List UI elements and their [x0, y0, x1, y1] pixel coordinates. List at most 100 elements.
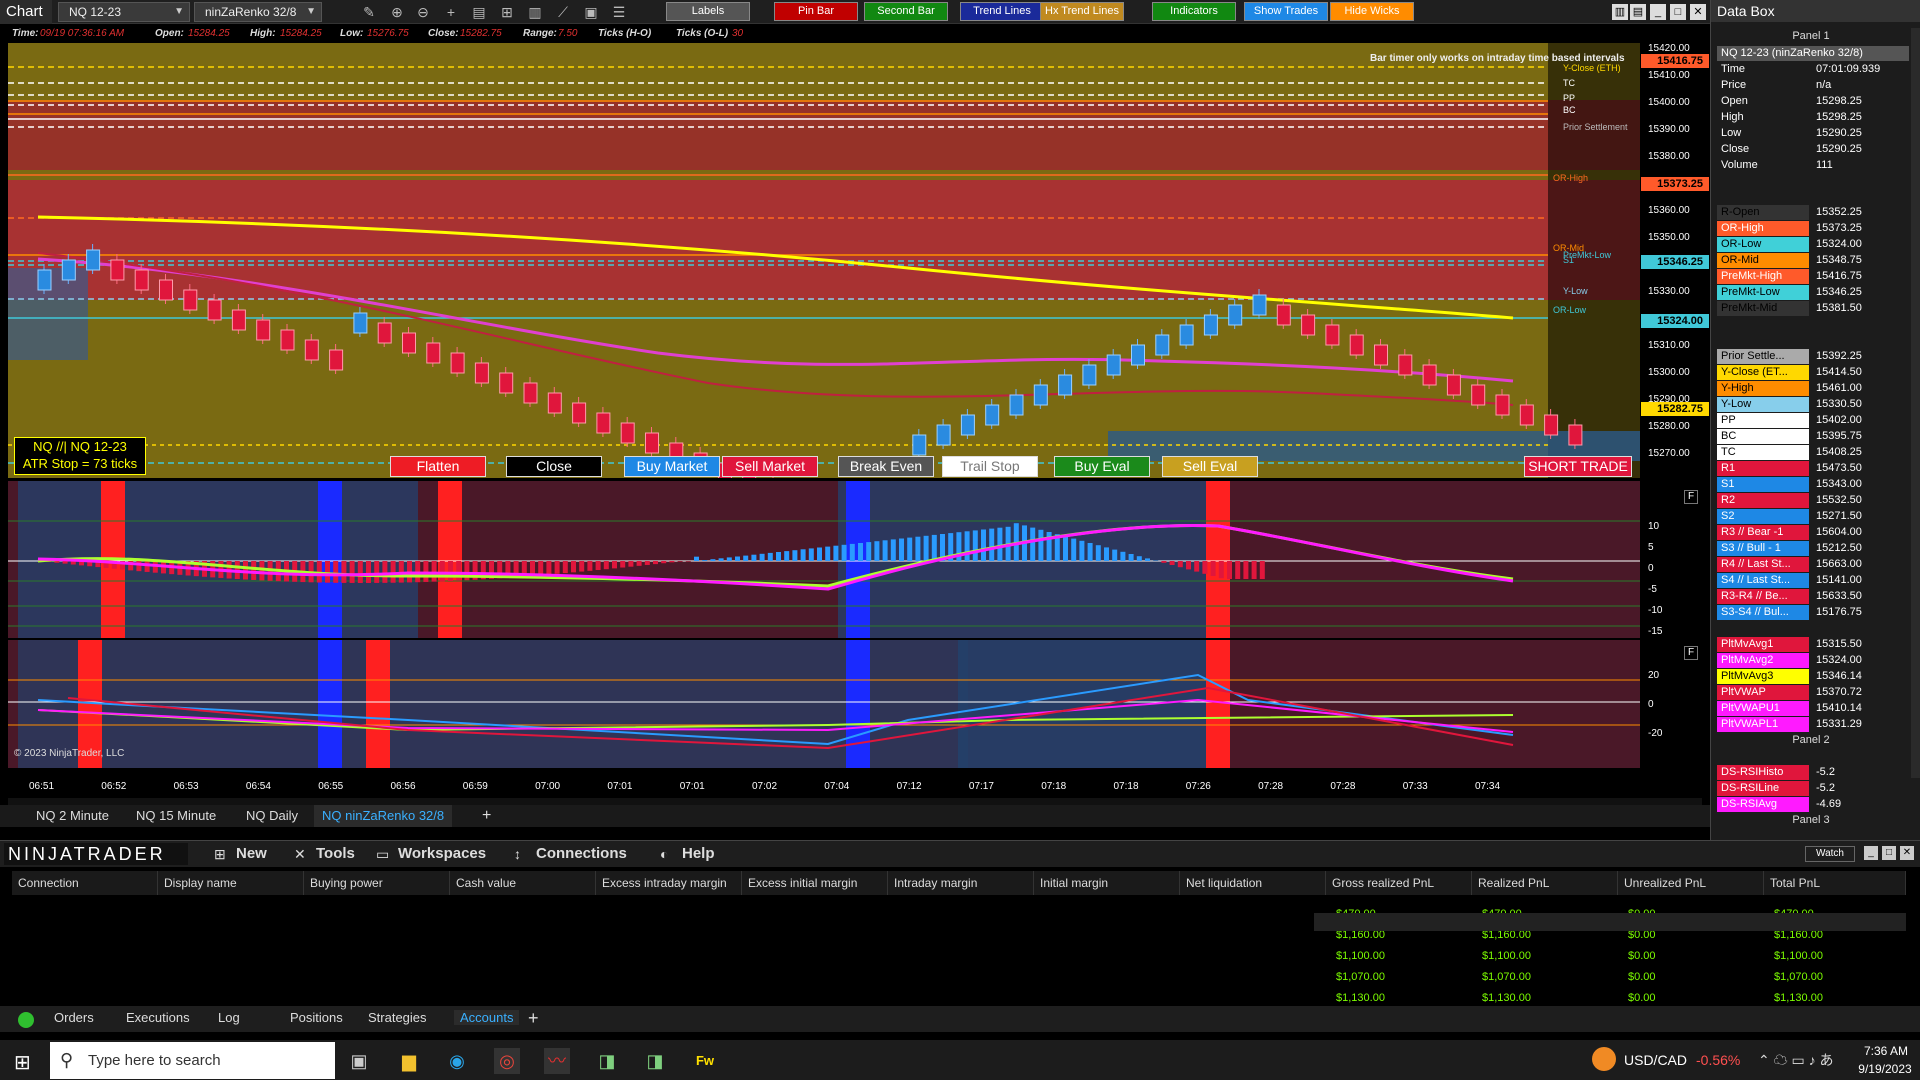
- list-icon[interactable]: ☰: [610, 3, 628, 21]
- renko-candle: [377, 322, 392, 344]
- column-header[interactable]: Excess intraday margin: [596, 871, 742, 895]
- system-tray-icons[interactable]: ⌃ ☁ ▭ ♪ あ: [1758, 1050, 1834, 1070]
- panel2-flag[interactable]: F: [1684, 490, 1698, 504]
- menu-help[interactable]: Help: [682, 845, 715, 862]
- edge-icon[interactable]: ◉: [444, 1048, 470, 1074]
- cascade-icon[interactable]: ▤: [1630, 4, 1646, 20]
- taskbar-search[interactable]: ⚲ Type here to search: [50, 1042, 335, 1079]
- clock-date[interactable]: 9/19/2023: [1854, 1062, 1916, 1076]
- trade-button-7[interactable]: Sell Eval: [1162, 456, 1258, 477]
- histogram-bar: [767, 552, 773, 561]
- toolbar-button-1[interactable]: Pin Bar: [774, 2, 858, 21]
- trade-button-2[interactable]: Buy Market: [624, 456, 720, 477]
- menu-connections[interactable]: Connections: [536, 845, 627, 862]
- trade-button-3[interactable]: Sell Market: [722, 456, 818, 477]
- chart-tab-2[interactable]: NQ Daily: [238, 805, 306, 827]
- tools-icon[interactable]: ✕: [294, 846, 306, 863]
- column-header[interactable]: Net liquidation: [1180, 871, 1326, 895]
- menu-tools[interactable]: Tools: [316, 845, 355, 862]
- windows-start-icon[interactable]: ⊞: [14, 1050, 31, 1075]
- chart-tab-3[interactable]: NQ ninZaRenko 32/8: [314, 805, 453, 827]
- column-header[interactable]: Excess initial margin: [742, 871, 888, 895]
- column-header[interactable]: Realized PnL: [1472, 871, 1618, 895]
- toolbar-button-6[interactable]: Show Trades: [1244, 2, 1328, 21]
- maximize-icon[interactable]: □: [1670, 4, 1686, 20]
- tab-positions[interactable]: Positions: [290, 1010, 343, 1025]
- panel3-flag[interactable]: F: [1684, 646, 1698, 660]
- tab-orders[interactable]: Orders: [54, 1010, 94, 1025]
- maximize-icon[interactable]: □: [1882, 846, 1896, 860]
- tile-icon[interactable]: ▥: [1612, 4, 1628, 20]
- toolbar-button-2[interactable]: Second Bar: [864, 2, 948, 21]
- clock-time[interactable]: 7:36 AM: [1858, 1044, 1914, 1058]
- price-axis[interactable]: 15420.00 15410.00 15400.00 15390.00 15380.00…: [1640, 43, 1710, 768]
- close-icon[interactable]: ✕: [1690, 4, 1706, 20]
- trade-button-6[interactable]: Buy Eval: [1054, 456, 1150, 477]
- close-icon[interactable]: ✕: [1900, 846, 1914, 860]
- toolbar-button-4[interactable]: Hx Trend Lines: [1040, 2, 1124, 21]
- add-tab-icon[interactable]: +: [474, 805, 499, 827]
- menu-workspaces[interactable]: Workspaces: [398, 845, 486, 862]
- price-panel[interactable]: Bar timer only works on intraday time ba…: [8, 43, 1640, 478]
- properties-icon[interactable]: ▤: [470, 3, 488, 21]
- fw-app-icon[interactable]: Fw: [692, 1048, 718, 1074]
- tab-strategies[interactable]: Strategies: [368, 1010, 427, 1025]
- plus-icon[interactable]: ⊞: [214, 846, 226, 863]
- minimize-icon[interactable]: _: [1864, 846, 1878, 860]
- data-box-scrollbar[interactable]: [1911, 28, 1920, 778]
- add-tab-icon[interactable]: +: [528, 1008, 539, 1029]
- column-header[interactable]: Buying power: [304, 871, 450, 895]
- menu-new[interactable]: New: [236, 845, 267, 862]
- connections-icon[interactable]: ↕: [514, 846, 521, 862]
- watch-button[interactable]: Watch: [1805, 846, 1855, 862]
- instrument-selector[interactable]: NQ 12-23 ▼: [58, 2, 190, 22]
- tab-log[interactable]: Log: [218, 1010, 240, 1025]
- drawing-tools-icon[interactable]: ⟋: [554, 3, 572, 21]
- column-header[interactable]: Total PnL: [1764, 871, 1906, 895]
- app-icon-2[interactable]: ◨: [642, 1048, 668, 1074]
- indicator-panel-2[interactable]: [8, 481, 1640, 638]
- indicator-panel-3[interactable]: © 2023 NinjaTrader, LLC: [8, 640, 1640, 768]
- column-header[interactable]: Connection: [12, 871, 158, 895]
- templates-icon[interactable]: ⊞: [498, 3, 516, 21]
- account-cell: $1,100.00: [1482, 950, 1531, 962]
- bar-type-selector[interactable]: ninZaRenko 32/8 ▼: [194, 2, 322, 22]
- minimize-icon[interactable]: _: [1650, 4, 1666, 20]
- tab-executions[interactable]: Executions: [126, 1010, 190, 1025]
- toolbar-button-0[interactable]: Labels: [666, 2, 750, 21]
- column-header[interactable]: Unrealized PnL: [1618, 871, 1764, 895]
- toolbar-button-3[interactable]: Trend Lines: [960, 2, 1044, 21]
- data-box-row: BC 15395.75: [1717, 429, 1909, 444]
- column-header[interactable]: Cash value: [450, 871, 596, 895]
- trade-button-0[interactable]: Flatten: [390, 456, 486, 477]
- task-view-icon[interactable]: ▣: [346, 1048, 372, 1074]
- crosshair-icon[interactable]: +: [442, 3, 460, 21]
- toolbar-button-5[interactable]: Indicators: [1152, 2, 1236, 21]
- app-icon-1[interactable]: ◨: [594, 1048, 620, 1074]
- zoom-in-icon[interactable]: ⊕: [388, 3, 406, 21]
- column-header[interactable]: Intraday margin: [888, 871, 1034, 895]
- ninjatrader-taskbar-icon[interactable]: 〰: [544, 1048, 570, 1074]
- chart-tab-1[interactable]: NQ 15 Minute: [128, 805, 224, 827]
- workspaces-icon[interactable]: ▭: [376, 846, 389, 863]
- toolbar-button-7[interactable]: Hide Wicks: [1330, 2, 1414, 21]
- trade-button-1[interactable]: Close: [506, 456, 602, 477]
- help-icon[interactable]: ◐: [660, 846, 668, 862]
- column-header[interactable]: Gross realized PnL: [1326, 871, 1472, 895]
- pencil-icon[interactable]: ✎: [360, 3, 378, 21]
- bar-chart-icon[interactable]: ▥: [526, 3, 544, 21]
- chart-tab-0[interactable]: NQ 2 Minute: [28, 805, 117, 827]
- chrome-icon[interactable]: ◎: [494, 1048, 520, 1074]
- tab-accounts[interactable]: Accounts: [454, 1010, 520, 1025]
- column-header[interactable]: Display name: [158, 871, 304, 895]
- data-box-value: 15402.00: [1816, 414, 1862, 426]
- trade-button-4[interactable]: Break Even: [838, 456, 934, 477]
- trade-button-8[interactable]: SHORT TRADE: [1524, 456, 1632, 477]
- strategies-icon[interactable]: ▣: [582, 3, 600, 21]
- column-header[interactable]: Initial margin: [1034, 871, 1180, 895]
- ticker-symbol[interactable]: USD/CAD: [1624, 1052, 1687, 1068]
- trade-button-5[interactable]: Trail Stop: [942, 456, 1038, 477]
- zoom-out-icon[interactable]: ⊖: [414, 3, 432, 21]
- histogram-bar: [931, 534, 937, 561]
- file-explorer-icon[interactable]: ▆: [396, 1048, 422, 1074]
